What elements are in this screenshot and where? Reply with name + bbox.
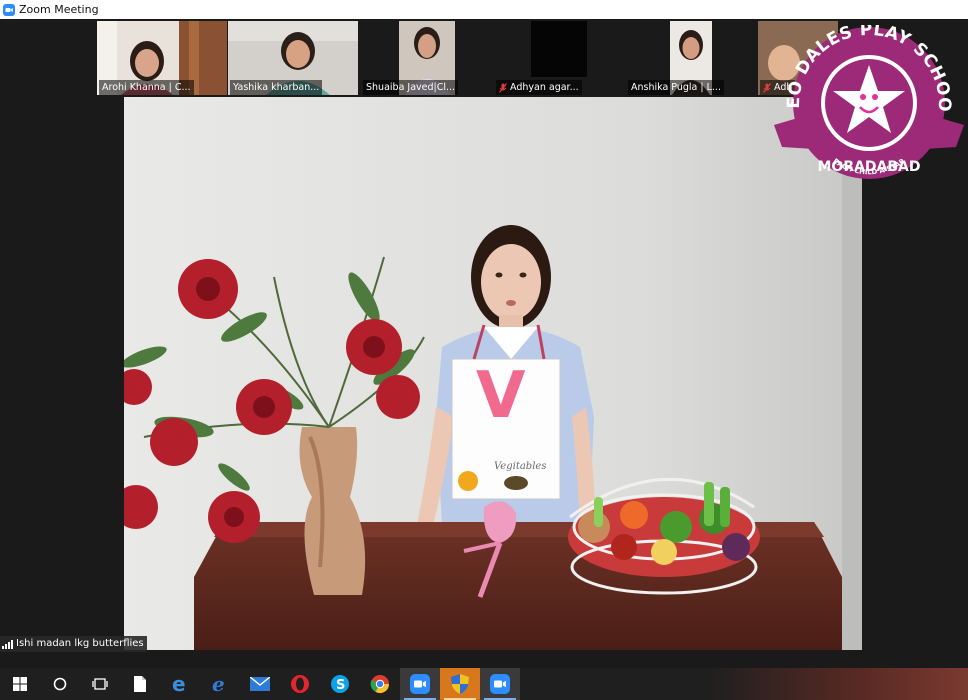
- shield-icon[interactable]: [440, 668, 480, 700]
- edge-legacy-icon[interactable]: e: [160, 668, 200, 700]
- zoom-app-icon: [3, 3, 15, 16]
- mail-icon[interactable]: [240, 668, 280, 700]
- window-title: Zoom Meeting: [19, 3, 99, 16]
- task-view-icon[interactable]: [80, 668, 120, 700]
- speaker-scene: V Vegitables: [124, 97, 862, 650]
- taskbar-wallpaper-glow: [708, 668, 968, 700]
- mic-muted-icon: [763, 82, 771, 93]
- signal-strength-icon: [2, 639, 13, 649]
- edge-icon[interactable]: e: [200, 668, 240, 700]
- opera-icon[interactable]: [280, 668, 320, 700]
- card-caption: Vegitables: [494, 461, 546, 472]
- zoom-icon[interactable]: [400, 668, 440, 700]
- participant-name: Arohi Khanna | C...: [99, 80, 194, 95]
- windows-start-icon[interactable]: [0, 668, 40, 700]
- svg-text:e: e: [172, 674, 186, 694]
- participant-name: Anshika Pugla | L...: [628, 80, 724, 95]
- file-icon[interactable]: [120, 668, 160, 700]
- active-speaker-label: Ishi madan lkg butterflies: [0, 636, 147, 652]
- participant-name: Adhyan agar...: [496, 80, 582, 95]
- chrome-icon[interactable]: [360, 668, 400, 700]
- mic-muted-icon: [499, 82, 507, 93]
- participant-name: Shuaiba Javed|Cl...: [363, 80, 459, 95]
- window-titlebar: Zoom Meeting: [0, 0, 968, 19]
- card-letter: V: [476, 359, 526, 433]
- taskbar: e e S: [0, 668, 968, 700]
- zoom-active-icon[interactable]: [480, 668, 520, 700]
- active-speaker-video[interactable]: V Vegitables: [124, 97, 862, 650]
- school-logo: NEO DALES PLAY SCHOOL EACH CHILD A STAR …: [774, 25, 964, 179]
- svg-text:e: e: [212, 674, 225, 694]
- svg-text:S: S: [336, 678, 345, 693]
- participant-tile[interactable]: Anshika Pugla | L...: [626, 21, 756, 95]
- bottom-strip: [0, 650, 968, 668]
- logo-bottom-text: MORADABAD: [817, 159, 920, 175]
- participant-name: Yashika kharban...: [230, 80, 323, 95]
- participant-tile[interactable]: Arohi Khanna | C...: [97, 21, 227, 95]
- participant-tile[interactable]: Shuaiba Javed|Cl...: [361, 21, 491, 95]
- active-speaker-name: Ishi madan lkg butterflies: [16, 638, 144, 649]
- search-circle-icon[interactable]: [40, 668, 80, 700]
- participant-tile[interactable]: Adhyan agar...: [494, 21, 624, 95]
- skype-icon[interactable]: S: [320, 668, 360, 700]
- meeting-stage: Arohi Khanna | C... Yashika kharban... S…: [0, 19, 968, 650]
- participant-tile[interactable]: Yashika kharban...: [228, 21, 358, 95]
